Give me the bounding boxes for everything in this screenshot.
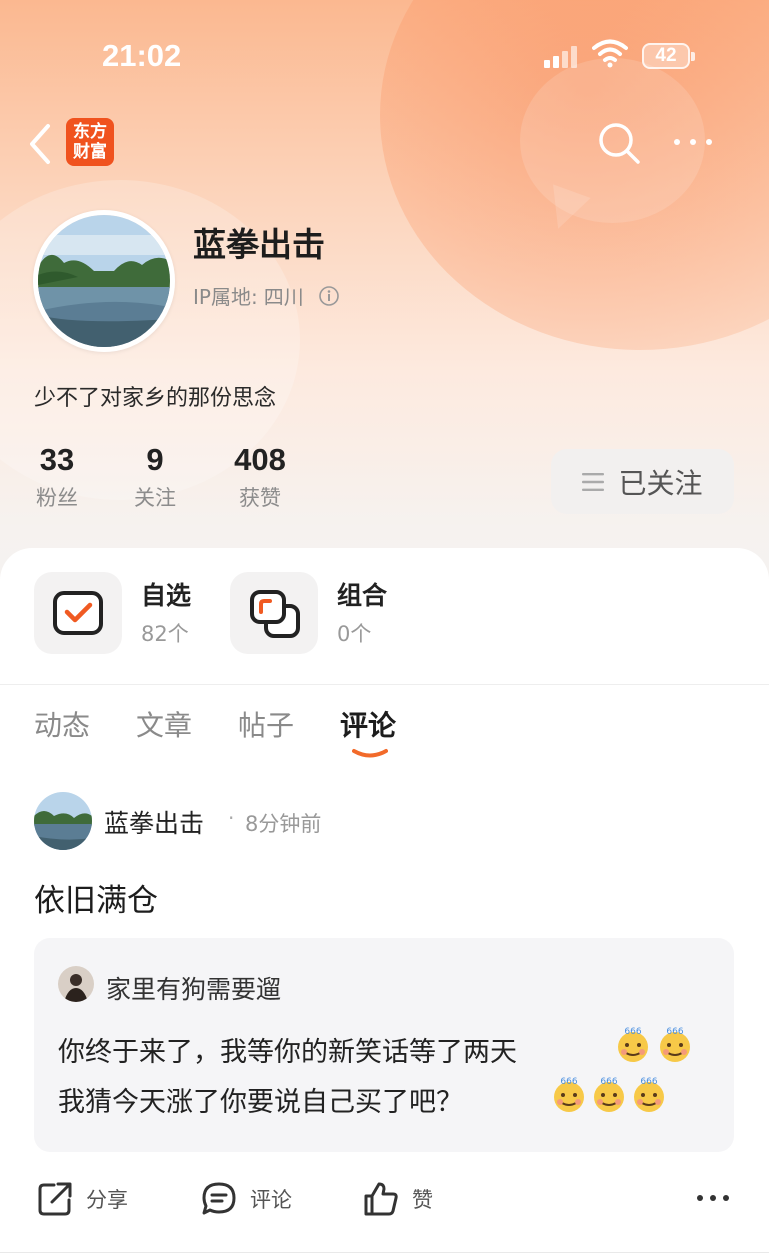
watchlist-count: 82个	[141, 622, 189, 646]
status-time: 21:02	[102, 38, 182, 73]
thumbs-up-icon	[364, 1182, 398, 1216]
stat-fans[interactable]: 33 粉丝	[34, 442, 80, 512]
watchlist-tile[interactable]	[34, 572, 122, 654]
tab-dynamics[interactable]: 动态	[34, 704, 90, 744]
portfolio-count: 0个	[337, 622, 372, 646]
logo-text-line1: 东方	[73, 122, 107, 142]
like-button[interactable]: 赞	[362, 1180, 433, 1218]
stat-likes-value: 408	[234, 442, 286, 477]
quoted-text-line-1: 你终于来了，我等你的新笑话等了两天	[58, 1037, 517, 1068]
profile-avatar[interactable]	[33, 210, 175, 352]
tab-posts[interactable]: 帖子	[238, 704, 294, 744]
emoji-666-icon: 666	[594, 1077, 624, 1112]
profile-bio: 少不了对家乡的那份思念	[34, 386, 277, 411]
portfolio-tile[interactable]	[230, 572, 318, 654]
post-timestamp: 8分钟前	[245, 812, 322, 836]
svg-text:666: 666	[640, 1077, 657, 1087]
quoted-author-avatar[interactable]	[58, 966, 94, 1002]
post-author-name[interactable]: 蓝拳出击	[104, 804, 204, 840]
share-button[interactable]: 分享	[36, 1180, 128, 1218]
portfolio-title[interactable]: 组合	[337, 576, 387, 612]
wifi-icon	[592, 39, 628, 68]
post-separator-dot: ·	[228, 806, 235, 830]
stat-following-value: 9	[146, 442, 164, 477]
active-tab-indicator	[352, 749, 388, 758]
share-label: 分享	[86, 1188, 128, 1212]
svg-text:666: 666	[624, 1027, 641, 1037]
stat-following[interactable]: 9 关注	[132, 442, 178, 512]
post-more-icon[interactable]	[696, 1188, 730, 1208]
post-content: 依旧满仓	[34, 883, 158, 919]
bottom-divider	[0, 1252, 769, 1253]
stat-likes-label: 获赞	[239, 486, 281, 510]
share-icon	[38, 1182, 72, 1216]
ip-location: 四川	[263, 285, 304, 309]
back-arrow-icon[interactable]	[26, 122, 56, 166]
portfolio-icon	[250, 590, 300, 638]
app-logo[interactable]: 东方 财富	[66, 118, 114, 166]
emoji-666-icon: 666	[634, 1077, 664, 1112]
ip-label: IP属地:	[193, 285, 258, 309]
stat-fans-value: 33	[39, 442, 75, 477]
svg-text:666: 666	[560, 1077, 577, 1087]
followed-button[interactable]: 已关注	[551, 449, 734, 514]
signal-icon	[544, 46, 577, 68]
comment-icon	[202, 1182, 236, 1215]
comment-button[interactable]: 评论	[200, 1180, 292, 1218]
tab-comments[interactable]: 评论	[340, 704, 396, 744]
section-divider	[0, 684, 769, 685]
stat-fans-label: 粉丝	[36, 486, 78, 510]
profile-nickname: 蓝拳出击	[193, 225, 325, 264]
more-options-icon[interactable]	[672, 130, 714, 154]
search-icon[interactable]	[596, 120, 642, 166]
battery-indicator: 42	[642, 43, 695, 69]
quoted-author-name[interactable]: 家里有狗需要遛	[106, 970, 281, 1006]
watchlist-title[interactable]: 自选	[141, 576, 191, 612]
post-author-avatar[interactable]	[34, 792, 92, 850]
emoji-666-icon: 666	[554, 1077, 584, 1112]
ip-location-row: IP属地: 四川	[193, 281, 340, 310]
svg-text:666: 666	[600, 1077, 617, 1087]
like-label: 赞	[412, 1188, 433, 1212]
stat-likes[interactable]: 408 获赞	[228, 442, 292, 512]
comment-label: 评论	[250, 1188, 292, 1212]
tab-articles[interactable]: 文章	[136, 704, 192, 744]
emoji-666-icon: 666	[660, 1027, 690, 1062]
followed-label: 已关注	[618, 466, 703, 500]
emoji-666-icon: 666	[618, 1027, 648, 1062]
logo-text-line2: 财富	[73, 142, 107, 162]
info-icon[interactable]	[318, 285, 340, 307]
watchlist-check-icon	[53, 591, 103, 635]
quoted-text-line-2: 我猜今天涨了你要说自己买了吧？	[58, 1087, 463, 1118]
list-menu-icon	[582, 472, 605, 491]
stat-following-label: 关注	[134, 486, 176, 510]
svg-text:666: 666	[666, 1027, 683, 1037]
